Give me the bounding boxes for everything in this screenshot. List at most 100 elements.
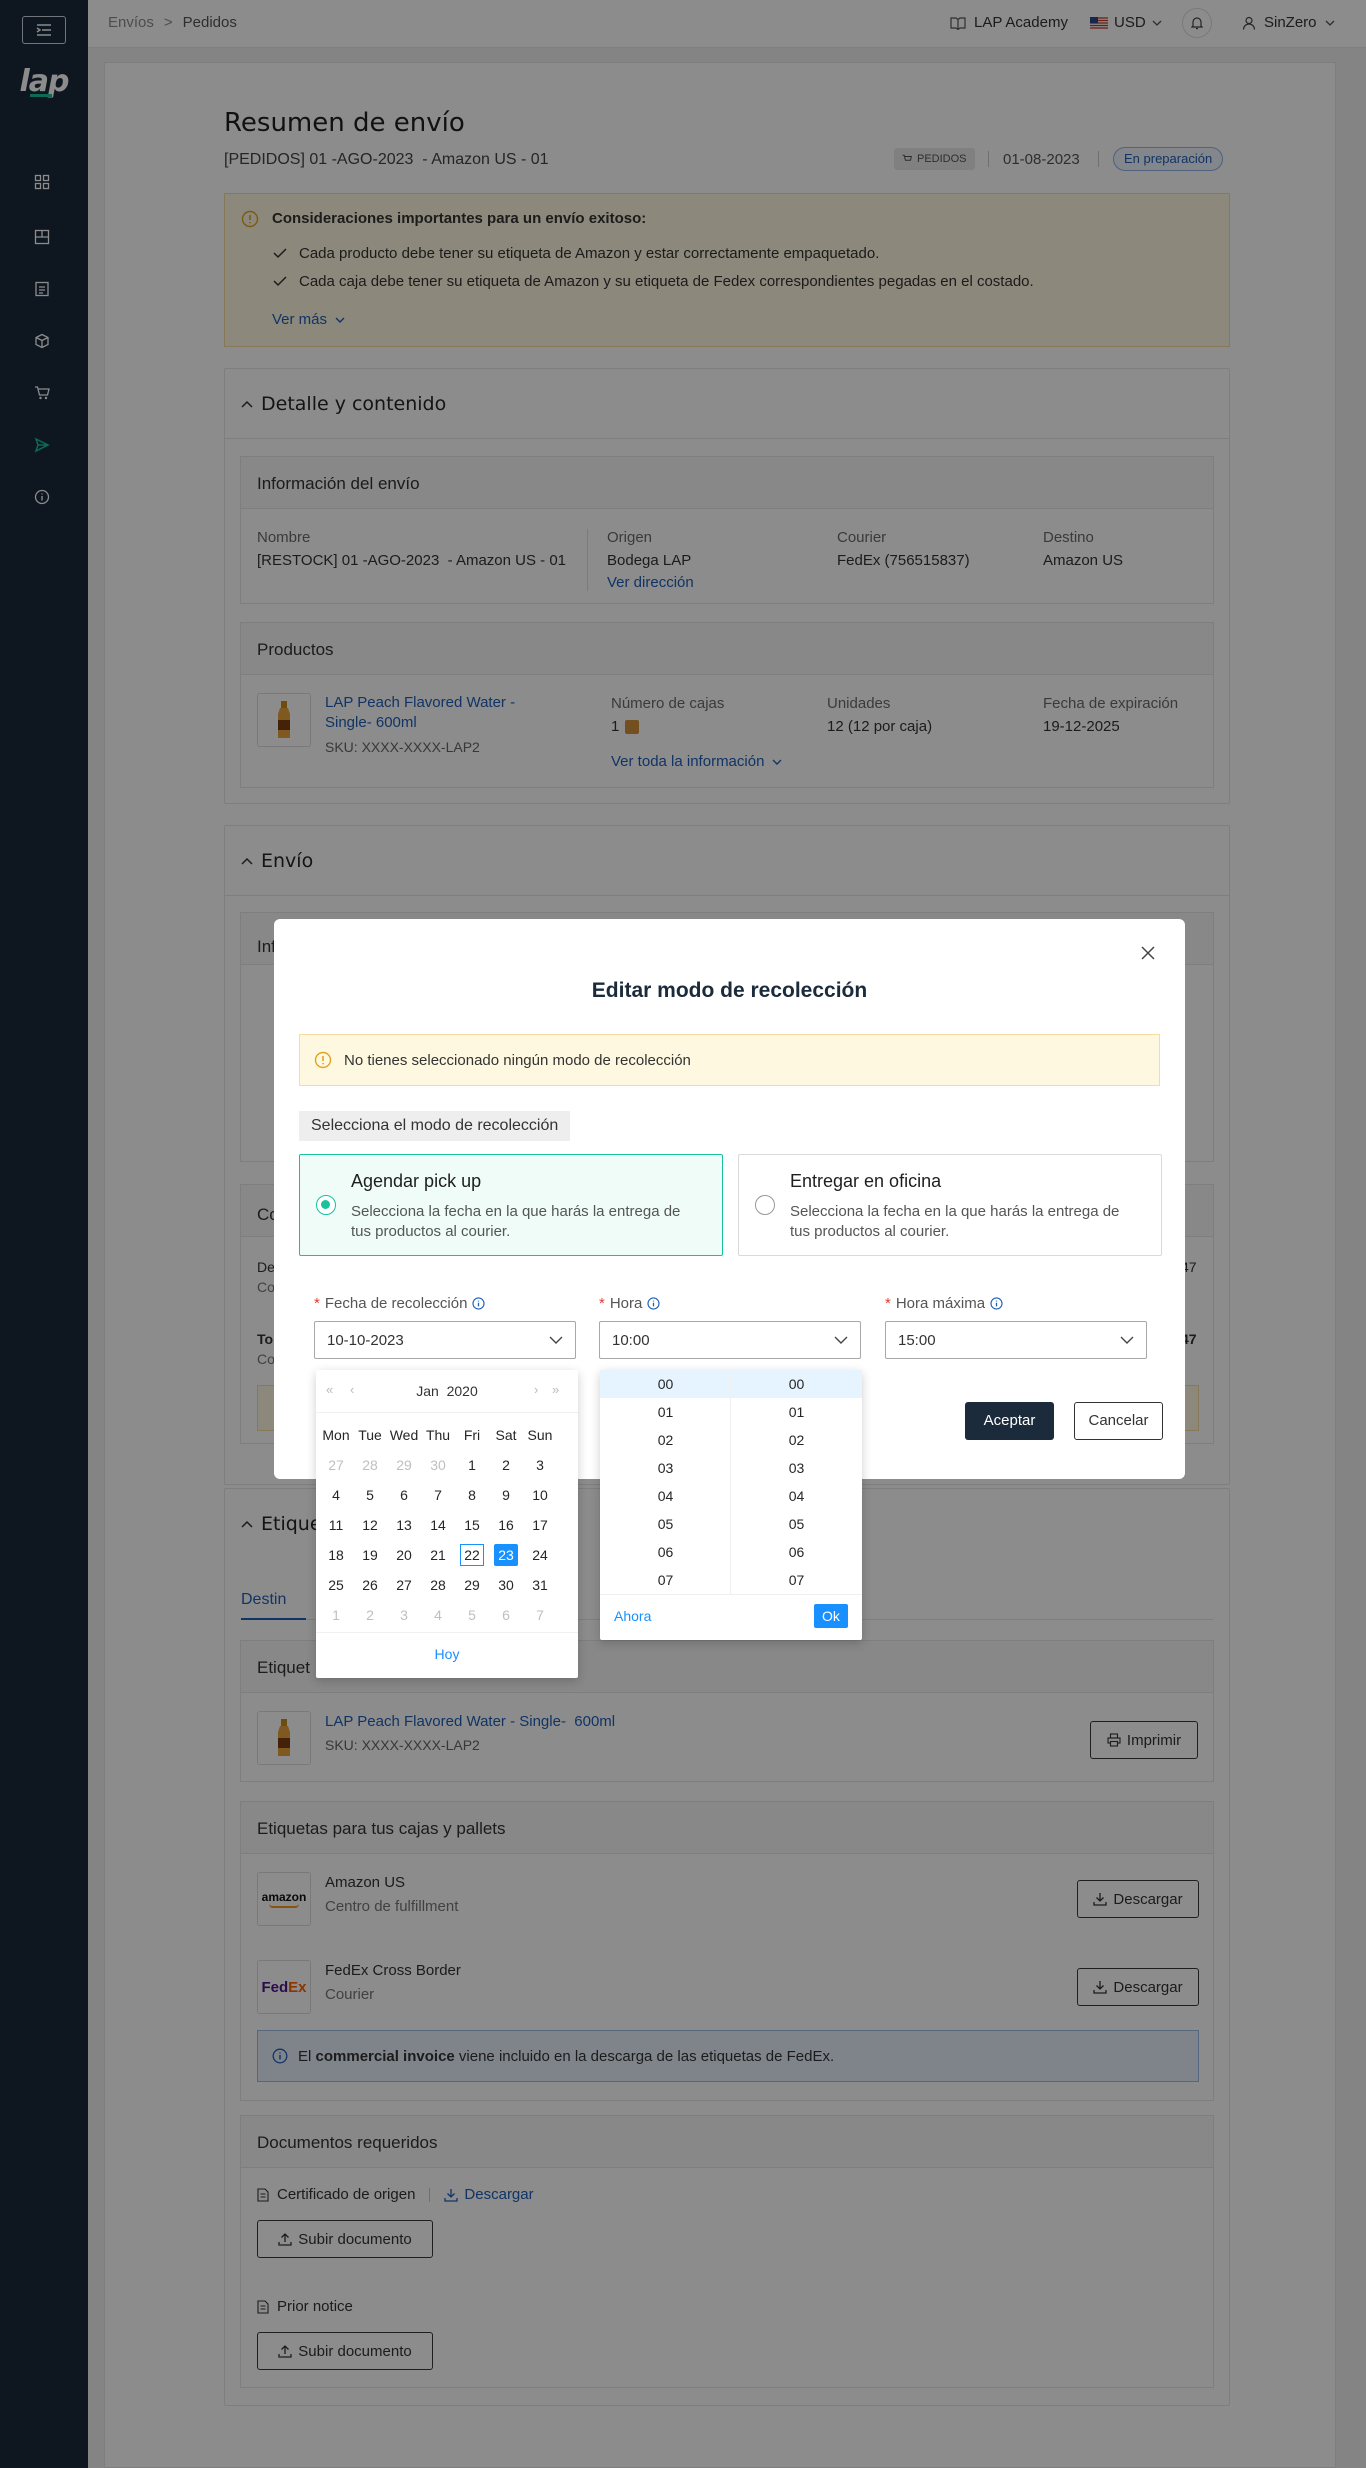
- minute-option[interactable]: 06: [731, 1538, 862, 1566]
- calendar-day[interactable]: 30: [494, 1574, 518, 1596]
- max-hour-value: 15:00: [898, 1331, 936, 1349]
- minute-option[interactable]: 02: [731, 1426, 862, 1454]
- calendar-day[interactable]: 27: [324, 1454, 348, 1476]
- calendar-month[interactable]: Jan: [416, 1383, 439, 1399]
- pickup-date-label-text: Fecha de recolección: [324, 1295, 468, 1312]
- calendar-day[interactable]: 2: [494, 1454, 518, 1476]
- calendar-day[interactable]: 5: [460, 1604, 484, 1626]
- calendar-day[interactable]: 17: [528, 1514, 552, 1536]
- chevron-down-icon: [1120, 1336, 1134, 1344]
- option-pickup-desc: Selecciona la fecha en la que harás la e…: [351, 1203, 681, 1240]
- today-button[interactable]: Hoy: [316, 1646, 578, 1662]
- calendar-day[interactable]: 29: [392, 1454, 416, 1476]
- hour-value: 10:00: [612, 1331, 650, 1349]
- divider: [730, 1370, 731, 1594]
- option-office-desc: Selecciona la fecha en la que harás la e…: [790, 1203, 1120, 1240]
- divider: [316, 1632, 578, 1633]
- calendar-day[interactable]: 1: [324, 1604, 348, 1626]
- calendar-day[interactable]: 20: [392, 1544, 416, 1566]
- calendar-day[interactable]: 6: [494, 1604, 518, 1626]
- calendar-day[interactable]: 28: [358, 1454, 382, 1476]
- calendar-day-selected[interactable]: 23: [494, 1544, 518, 1566]
- date-picker-panel: « ‹ Jan 2020 › » Mon Tue Wed Thu Fri Sat Sun 2…: [316, 1370, 578, 1678]
- minute-option[interactable]: 03: [731, 1454, 862, 1482]
- weekday-label: Sun: [527, 1427, 553, 1443]
- calendar-day[interactable]: 3: [528, 1454, 552, 1476]
- close-button[interactable]: [1140, 945, 1160, 965]
- ok-button[interactable]: Ok: [814, 1604, 848, 1628]
- calendar-month-year: Jan 2020: [316, 1383, 578, 1399]
- radio-checked[interactable]: [316, 1195, 336, 1215]
- no-mode-warning-text: No tienes seleccionado ningún modo de re…: [344, 1051, 691, 1069]
- calendar-day[interactable]: 12: [358, 1514, 382, 1536]
- calendar-day[interactable]: 3: [392, 1604, 416, 1626]
- calendar-year[interactable]: 2020: [447, 1383, 478, 1399]
- calendar-day[interactable]: 4: [324, 1484, 348, 1506]
- weekday-label: Sat: [495, 1427, 517, 1443]
- hour-option[interactable]: 04: [600, 1482, 731, 1510]
- calendar-day[interactable]: 14: [426, 1514, 450, 1536]
- chevron-down-icon: [549, 1336, 563, 1344]
- calendar-day[interactable]: 4: [426, 1604, 450, 1626]
- cancel-button[interactable]: Cancelar: [1074, 1402, 1163, 1440]
- minute-option[interactable]: 04: [731, 1482, 862, 1510]
- option-pickup-title: Agendar pick up: [351, 1171, 482, 1191]
- minute-option[interactable]: 01: [731, 1398, 862, 1426]
- calendar-day[interactable]: 19: [358, 1544, 382, 1566]
- required-mark: *: [599, 1295, 605, 1312]
- calendar-day[interactable]: 24: [528, 1544, 552, 1566]
- minute-option[interactable]: 07: [731, 1566, 862, 1594]
- no-mode-warning: No tienes seleccionado ningún modo de re…: [299, 1034, 1160, 1086]
- calendar-day[interactable]: 6: [392, 1484, 416, 1506]
- hour-option[interactable]: 06: [600, 1538, 731, 1566]
- calendar-day[interactable]: 28: [426, 1574, 450, 1596]
- calendar-day-today[interactable]: 22: [460, 1544, 484, 1566]
- time-picker-panel: 00 01 02 03 04 05 06 07 00 01 02 03 04 05 06 07 Ahora O…: [600, 1370, 862, 1640]
- hour-label-text: Hora: [609, 1295, 643, 1312]
- calendar-day[interactable]: 8: [460, 1484, 484, 1506]
- required-mark: *: [885, 1295, 891, 1312]
- weekday-label: Fri: [463, 1427, 481, 1443]
- calendar-day[interactable]: 7: [528, 1604, 552, 1626]
- hour-option[interactable]: 07: [600, 1566, 731, 1594]
- calendar-day[interactable]: 21: [426, 1544, 450, 1566]
- divider: [316, 1412, 578, 1413]
- calendar-day[interactable]: 11: [324, 1514, 348, 1536]
- max-hour-select[interactable]: 15:00: [885, 1321, 1147, 1359]
- next-month-button[interactable]: ›: [534, 1382, 538, 1397]
- radio-unchecked[interactable]: [755, 1195, 775, 1215]
- hour-option[interactable]: 01: [600, 1398, 731, 1426]
- calendar-day[interactable]: 5: [358, 1484, 382, 1506]
- hour-option[interactable]: 00: [600, 1370, 731, 1398]
- calendar-day[interactable]: 13: [392, 1514, 416, 1536]
- calendar-day[interactable]: 18: [324, 1544, 348, 1566]
- calendar-day[interactable]: 29: [460, 1574, 484, 1596]
- minute-option[interactable]: 00: [731, 1370, 862, 1398]
- pickup-date-select[interactable]: 10-10-2023: [314, 1321, 576, 1359]
- accept-button[interactable]: Aceptar: [965, 1402, 1054, 1440]
- calendar-day[interactable]: 7: [426, 1484, 450, 1506]
- option-office[interactable]: Entregar en oficina Selecciona la fecha …: [738, 1154, 1162, 1256]
- hour-option[interactable]: 05: [600, 1510, 731, 1538]
- calendar-day[interactable]: 25: [324, 1574, 348, 1596]
- option-pickup[interactable]: Agendar pick up Selecciona la fecha en l…: [299, 1154, 723, 1256]
- calendar-day[interactable]: 15: [460, 1514, 484, 1536]
- hour-option[interactable]: 03: [600, 1454, 731, 1482]
- calendar-day[interactable]: 27: [392, 1574, 416, 1596]
- info-icon: [647, 1297, 660, 1310]
- calendar-day[interactable]: 10: [528, 1484, 552, 1506]
- calendar-day[interactable]: 31: [528, 1574, 552, 1596]
- minute-option[interactable]: 05: [731, 1510, 862, 1538]
- divider: [600, 1594, 862, 1595]
- calendar-day[interactable]: 26: [358, 1574, 382, 1596]
- super-next-year-button[interactable]: »: [552, 1382, 559, 1397]
- hour-option[interactable]: 02: [600, 1426, 731, 1454]
- hour-select[interactable]: 10:00: [599, 1321, 861, 1359]
- calendar-day[interactable]: 9: [494, 1484, 518, 1506]
- calendar-day[interactable]: 1: [460, 1454, 484, 1476]
- now-button[interactable]: Ahora: [614, 1608, 651, 1624]
- calendar-day[interactable]: 16: [494, 1514, 518, 1536]
- chevron-down-icon: [834, 1336, 848, 1344]
- calendar-day[interactable]: 30: [426, 1454, 450, 1476]
- calendar-day[interactable]: 2: [358, 1604, 382, 1626]
